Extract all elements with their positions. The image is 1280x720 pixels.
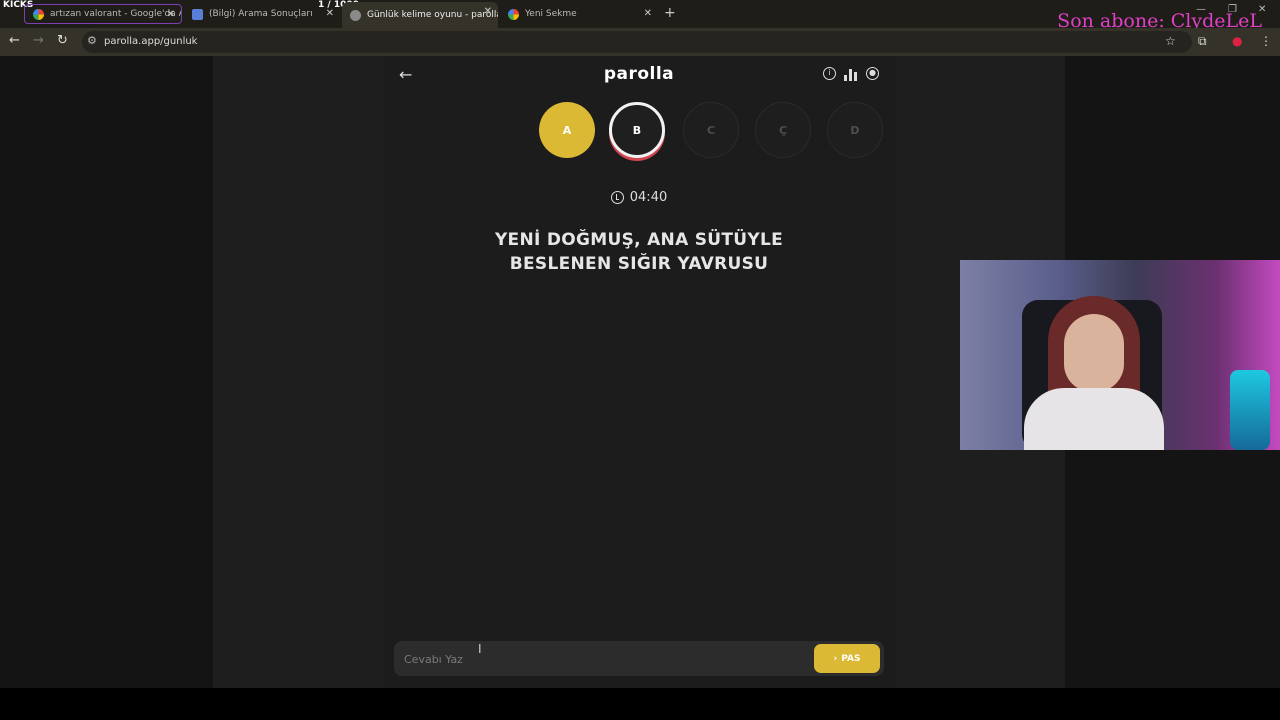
tab-title: Yeni Sekme bbox=[525, 9, 577, 19]
streamer-face bbox=[1064, 314, 1124, 392]
info-icon[interactable]: i bbox=[823, 67, 836, 80]
google-favicon-icon bbox=[33, 8, 44, 20]
answer-input[interactable] bbox=[404, 650, 804, 668]
chrome-favicon-icon bbox=[508, 8, 519, 20]
tab-close-icon[interactable]: ✕ bbox=[644, 8, 652, 19]
clock-icon bbox=[610, 191, 624, 204]
letter-circle-d: D bbox=[827, 102, 883, 158]
stats-icon[interactable] bbox=[844, 68, 858, 81]
tab-close-icon[interactable]: ✕ bbox=[326, 8, 334, 19]
tab-title: artızan valorant - Google'da A bbox=[50, 9, 181, 19]
rgb-lamp bbox=[1230, 370, 1270, 450]
tab-bilgi-search[interactable]: (Bilgi) Arama Sonuçları ✕ bbox=[184, 4, 340, 24]
tab-close-icon[interactable]: ✕ bbox=[167, 9, 175, 20]
timer-value: 04:40 bbox=[629, 190, 668, 205]
pass-button[interactable]: › PAS bbox=[814, 644, 880, 673]
parolla-favicon-icon bbox=[350, 9, 361, 21]
question-line-1: YENİ DOĞMUŞ, ANA SÜTÜYLE bbox=[494, 230, 784, 250]
tab-close-icon[interactable]: ✕ bbox=[484, 6, 492, 17]
new-tab-button[interactable]: + bbox=[664, 5, 676, 21]
back-icon[interactable]: ← bbox=[9, 33, 20, 48]
address-bar[interactable]: ⚙ parolla.app/gunluk bbox=[82, 31, 1192, 53]
letter-circle-c: C bbox=[683, 102, 739, 158]
reload-icon[interactable]: ↻ bbox=[57, 33, 68, 48]
tab-google-search[interactable]: artızan valorant - Google'da A ✕ bbox=[24, 4, 182, 24]
profile-avatar-icon[interactable]: ● bbox=[1232, 34, 1242, 48]
bookmark-star-icon[interactable]: ☆ bbox=[1165, 34, 1176, 48]
tab-parolla-active[interactable]: Günlük kelime oyunu - parolla ✕ bbox=[342, 2, 498, 28]
browser-tab-strip: KICKS 1 / 1000 artızan valorant - Google… bbox=[0, 0, 1280, 32]
extensions-icon[interactable]: ⧉ bbox=[1198, 34, 1207, 49]
answer-bar: › PAS bbox=[394, 641, 884, 676]
game-panel: ← parolla i ● A B C Ç D 04:40 YENİ DOĞMU… bbox=[383, 56, 895, 688]
url-text[interactable]: parolla.app/gunluk bbox=[104, 36, 197, 47]
user-icon[interactable]: ● bbox=[866, 67, 879, 80]
letter-circle-a: A bbox=[539, 102, 595, 158]
browser-toolbar: ← → ↻ ⚙ parolla.app/gunluk ☆ ⧉ ● ⋮ bbox=[0, 28, 1280, 56]
chevron-right-icon: › bbox=[833, 653, 838, 664]
site-settings-icon[interactable]: ⚙ bbox=[87, 34, 97, 47]
countdown-timer: 04:40 bbox=[383, 190, 895, 205]
question-text: YENİ DOĞMUŞ, ANA SÜTÜYLE BESLENEN SIĞIR … bbox=[443, 228, 835, 276]
forward-icon[interactable]: → bbox=[33, 33, 44, 48]
site-favicon-icon bbox=[192, 8, 203, 20]
game-header: ← parolla i ● bbox=[383, 56, 895, 94]
tab-title: (Bilgi) Arama Sonuçları bbox=[209, 9, 313, 19]
left-gutter bbox=[0, 56, 213, 688]
text-cursor-icon: I bbox=[478, 642, 482, 656]
app-logo: parolla bbox=[603, 64, 675, 84]
tab-title: Günlük kelime oyunu - parolla bbox=[367, 10, 498, 20]
streamer-shirt bbox=[1024, 388, 1164, 450]
pass-label: PAS bbox=[841, 653, 861, 664]
taskbar-strip bbox=[0, 688, 1280, 720]
letter-circle-b: B bbox=[609, 102, 665, 158]
question-line-2: BESLENEN SIĞIR YAVRUSU bbox=[509, 254, 769, 274]
tab-new-tab[interactable]: Yeni Sekme ✕ bbox=[500, 4, 658, 24]
webcam-overlay bbox=[960, 260, 1280, 450]
menu-kebab-icon[interactable]: ⋮ bbox=[1260, 34, 1272, 48]
letter-circle-c-cedilla: Ç bbox=[755, 102, 811, 158]
